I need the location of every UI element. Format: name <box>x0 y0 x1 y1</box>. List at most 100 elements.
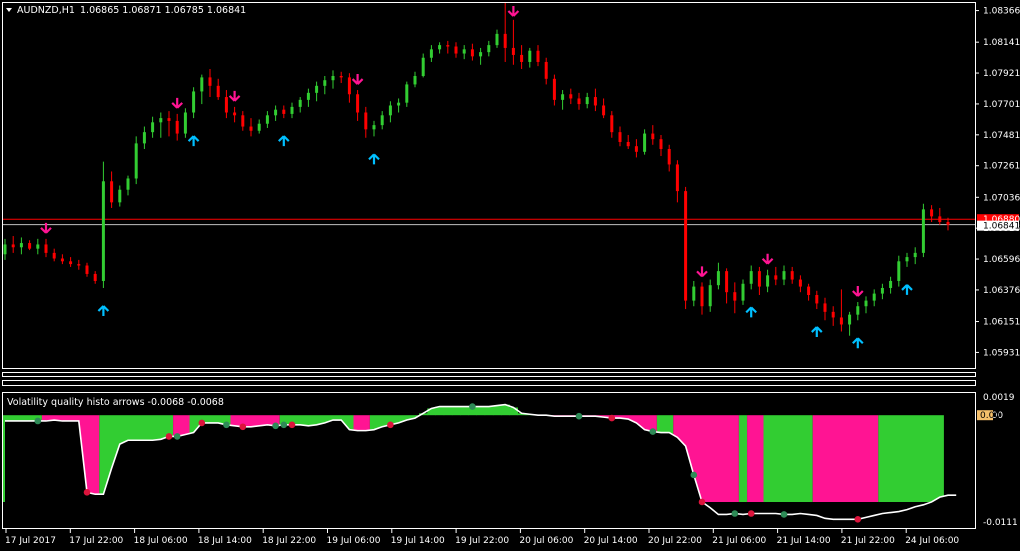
bar-body <box>356 94 360 113</box>
time-tick-label: 19 Jul 14:00 <box>391 536 445 546</box>
ohlc-bar <box>921 203 925 258</box>
bar-body <box>380 115 384 126</box>
histogram-bar-positive-above <box>443 406 453 416</box>
bar-body <box>839 317 843 325</box>
bar-body <box>462 49 466 54</box>
time-tick-label: 20 Jul 22:00 <box>648 536 702 546</box>
time-tick-label: 20 Jul 06:00 <box>519 536 573 546</box>
histogram-bar-negative <box>747 415 764 502</box>
bar-body <box>659 139 663 149</box>
histogram-dot-red <box>288 421 296 429</box>
bar-body <box>142 132 146 144</box>
bar-body <box>364 112 368 130</box>
bar-body <box>569 94 573 99</box>
histogram-dot-red <box>747 510 755 517</box>
time-tick-label: 19 Jul 06:00 <box>327 536 381 546</box>
price-tick-label: 1.08366 <box>983 7 1020 17</box>
bar-body <box>224 97 228 113</box>
bar-body <box>93 273 97 281</box>
price-tick-label: 1.07261 <box>983 162 1020 172</box>
price-tick-label: 1.05931 <box>983 348 1020 358</box>
histogram-bar-negative <box>812 415 879 502</box>
histogram-bar-positive <box>763 415 813 502</box>
bar-body <box>413 76 417 85</box>
bar-body <box>856 306 860 315</box>
bar-body <box>790 271 794 280</box>
histogram-dot-red <box>239 423 247 431</box>
histogram-bar-positive <box>738 415 748 502</box>
bar-body <box>405 84 409 103</box>
time-tick-label: 21 Jul 06:00 <box>712 536 766 546</box>
bar-body <box>815 295 819 304</box>
time-tick-label: 18 Jul 22:00 <box>262 536 316 546</box>
bar-body <box>19 243 23 248</box>
symbol-label: AUDNZD,H1 <box>17 5 75 16</box>
bar-body <box>36 244 40 249</box>
ohlc-values: 1.06865 1.06871 1.06785 1.06841 <box>80 5 246 16</box>
bar-body <box>577 98 581 105</box>
current-price-label: 1.06841 <box>983 222 1020 232</box>
bar-body <box>700 286 704 307</box>
bar-body <box>798 279 802 287</box>
time-tick-label: 20 Jul 14:00 <box>584 536 638 546</box>
bar-body <box>200 77 204 92</box>
bar-body <box>265 115 269 124</box>
bar-body <box>528 50 532 62</box>
bar-body <box>479 52 483 57</box>
bar-body <box>101 181 105 281</box>
histogram-bar-positive-above <box>476 406 486 416</box>
histogram-dot-green <box>280 421 288 429</box>
bar-body <box>774 275 778 280</box>
price-tick-label: 1.06151 <box>983 318 1020 328</box>
histogram-dot-green <box>690 471 698 479</box>
price-axis: 1.08366 1.08141 1.07921 1.07701 1.07481 1.072… <box>975 7 1020 358</box>
bar-body <box>626 141 630 147</box>
bar-body <box>864 300 868 307</box>
trading-chart-window[interactable]: AUDNZD,H1 1.06865 1.06871 1.06785 1.0684… <box>0 0 1020 551</box>
bar-body <box>880 287 884 294</box>
bar-body <box>593 97 597 106</box>
bar-body <box>766 275 770 287</box>
bar-body <box>552 78 556 100</box>
bar-body <box>831 311 835 318</box>
bar-body <box>438 45 442 50</box>
bar-body <box>282 109 286 114</box>
bar-body <box>470 49 474 57</box>
bar-body <box>733 292 737 301</box>
bar-body <box>257 123 261 131</box>
bar-body <box>397 102 401 106</box>
bar-body <box>905 257 909 262</box>
bar-body <box>921 209 925 253</box>
histogram-dot-red <box>387 421 394 429</box>
bar-body <box>77 264 81 266</box>
bar-body <box>651 133 655 140</box>
bar-body <box>429 49 433 58</box>
bar-body <box>208 77 212 86</box>
bar-body <box>306 92 310 100</box>
price-chart-panel[interactable] <box>2 2 976 369</box>
bar-body <box>159 118 163 123</box>
histogram-dot-green <box>469 403 476 410</box>
bar-body <box>331 76 335 81</box>
bar-body <box>192 91 196 113</box>
bar-body <box>889 280 893 288</box>
bar-body <box>151 122 155 133</box>
time-tick-label: 24 Jul 06:00 <box>905 536 959 546</box>
bar-body <box>372 125 376 130</box>
bar-body <box>897 261 901 281</box>
bar-body <box>44 244 48 253</box>
price-tick-label: 1.06376 <box>983 286 1020 296</box>
bar-body <box>347 77 351 95</box>
indicator-tick-label: -0.0111 <box>983 518 1018 528</box>
price-tick-label: 1.06596 <box>983 255 1020 265</box>
bar-body <box>618 132 622 142</box>
histogram-dot-red <box>854 515 862 523</box>
bar-body <box>561 94 565 100</box>
bar-body <box>290 106 294 114</box>
bar-body <box>536 50 540 62</box>
histogram-dot-red <box>608 414 616 422</box>
time-tick-label: 17 Jul 22:00 <box>69 536 123 546</box>
histogram-dot-green <box>731 510 739 517</box>
bar-body <box>823 303 827 312</box>
bar-body <box>388 105 392 116</box>
